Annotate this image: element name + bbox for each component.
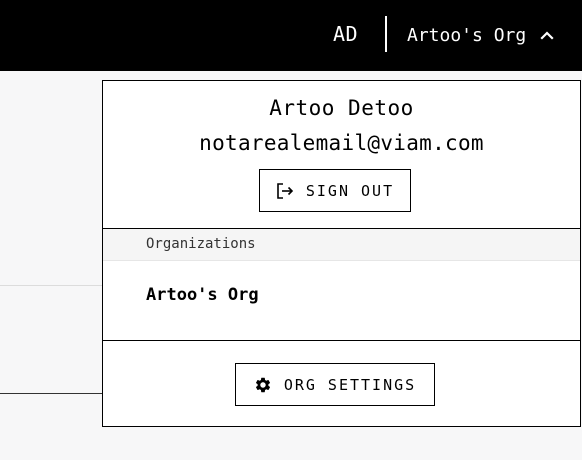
background-divider [0, 393, 102, 394]
sign-out-label: SIGN OUT [305, 181, 395, 200]
chevron-up-icon [540, 31, 554, 40]
org-settings-button[interactable]: ORG SETTINGS [235, 363, 435, 406]
org-switcher-toggle[interactable]: Artoo's Org [407, 22, 554, 48]
user-org-dropdown: Artoo Detoo notarealemail@viam.com SIGN … [102, 80, 581, 427]
user-email: notarealemail@viam.com [199, 131, 484, 155]
background-divider [0, 285, 102, 286]
user-name: Artoo Detoo [269, 96, 414, 120]
org-settings-section: ORG SETTINGS [103, 340, 580, 427]
topbar-divider [385, 16, 387, 52]
gear-icon [255, 377, 270, 392]
org-item-label: Artoo's Org [146, 285, 259, 305]
organizations-section-header: Organizations [103, 229, 580, 261]
sign-out-icon [277, 182, 294, 199]
org-list-item[interactable]: Artoo's Org [103, 262, 580, 340]
user-avatar-initials[interactable]: AD [333, 22, 358, 46]
top-nav-bar: AD Artoo's Org [0, 0, 582, 71]
current-org-label: Artoo's Org [407, 24, 527, 46]
org-settings-label: ORG SETTINGS [283, 375, 417, 394]
user-info-section: Artoo Detoo notarealemail@viam.com SIGN … [103, 81, 580, 229]
sign-out-button[interactable]: SIGN OUT [259, 169, 411, 212]
organizations-heading: Organizations [146, 236, 256, 252]
